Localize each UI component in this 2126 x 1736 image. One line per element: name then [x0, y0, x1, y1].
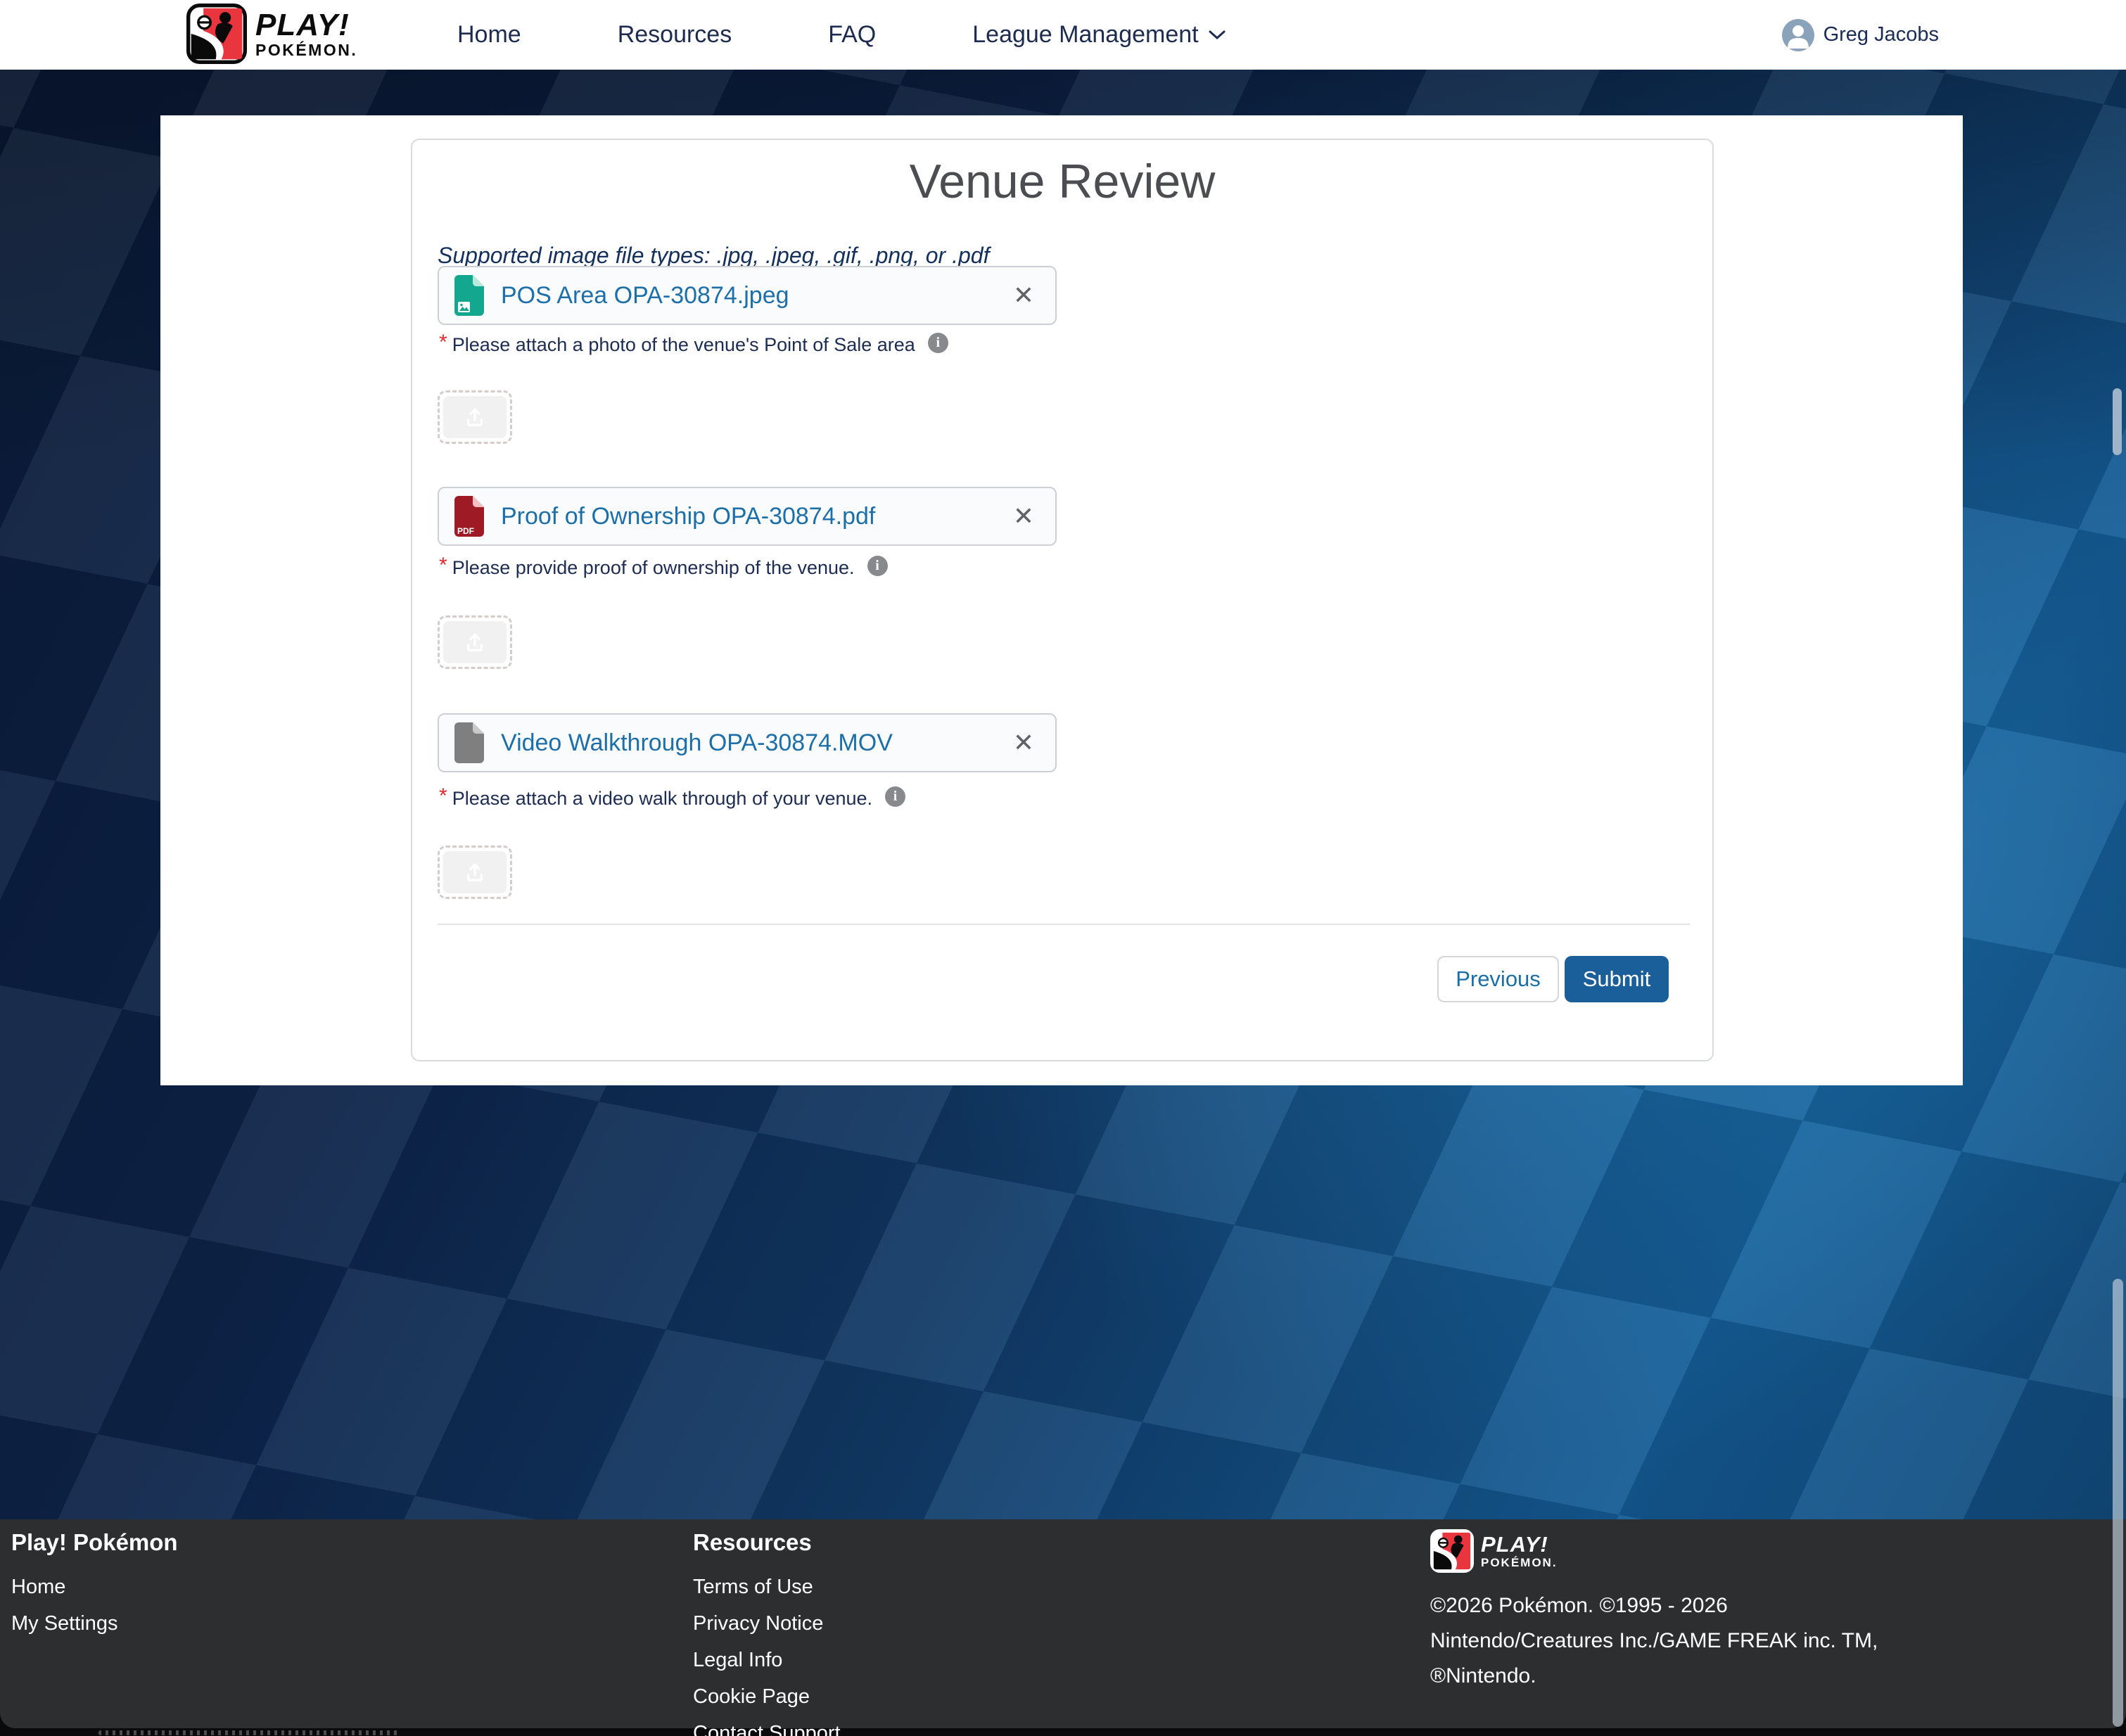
image-file-icon [453, 274, 485, 317]
upload-icon [464, 406, 486, 428]
play-pokemon-logo-icon [186, 4, 247, 64]
close-icon: ✕ [1013, 502, 1034, 530]
attachment-filename-link[interactable]: POS Area OPA-30874.jpeg [501, 282, 789, 309]
copyright-line: ©2026 Pokémon. ©1995 - 2026 [1430, 1588, 1878, 1623]
previous-button[interactable]: Previous [1437, 956, 1559, 1002]
footer-link-terms-of-use[interactable]: Terms of Use [693, 1576, 841, 1599]
required-asterisk: * [439, 331, 447, 355]
attachment-filename-link[interactable]: Proof of Ownership OPA-30874.pdf [501, 503, 875, 530]
video-file-icon [453, 721, 485, 765]
attachment-row-video-walkthrough: Video Walkthrough OPA-30874.MOV ✕ [438, 713, 1057, 772]
chevron-down-icon [1209, 30, 1226, 40]
footer-play-pokemon-logo: PLAY! POKÉMON. [1430, 1529, 1878, 1573]
attachment-row-proof-of-ownership: PDF Proof of Ownership OPA-30874.pdf ✕ [438, 487, 1057, 546]
upload-button [443, 396, 507, 438]
upload-dropzone[interactable] [438, 845, 512, 899]
brand-wordmark: PLAY! POKÉMON. [255, 10, 357, 58]
footer-column-resources: Resources Terms of Use Privacy Notice Le… [693, 1529, 841, 1736]
footer-heading: Play! Pokémon [11, 1529, 178, 1556]
status-bar-fragment [98, 1730, 401, 1735]
footer: Play! Pokémon Home My Settings Resources… [0, 1519, 2126, 1728]
attachment-row-pos-area: POS Area OPA-30874.jpeg ✕ [438, 266, 1057, 325]
attachment-label: Please attach a video walk through of yo… [452, 788, 872, 810]
avatar [1782, 19, 1814, 51]
play-pokemon-logo[interactable]: PLAY! POKÉMON. [186, 4, 357, 64]
pdf-badge: PDF [457, 526, 474, 536]
attachment-label: Please attach a photo of the venue's Poi… [452, 334, 915, 356]
required-asterisk: * [439, 784, 447, 808]
footer-heading: Resources [693, 1529, 841, 1556]
attachment-filename-link[interactable]: Video Walkthrough OPA-30874.MOV [501, 729, 893, 757]
footer-brand-wordmark: PLAY! POKÉMON. [1481, 1533, 1558, 1569]
upload-button [443, 621, 507, 663]
page: PLAY! POKÉMON. Home Resources FAQ League… [0, 0, 2126, 1736]
copyright-text: ©2026 Pokémon. ©1995 - 2026 Nintendo/Cre… [1430, 1588, 1878, 1694]
brand-play-text: PLAY! [255, 10, 357, 41]
nav-link-league-management-label: League Management [972, 0, 1198, 70]
file-types-note: Supported image file types: .jpg, .jpeg,… [438, 243, 989, 269]
footer-link-cookie-page[interactable]: Cookie Page [693, 1685, 841, 1709]
remove-attachment-button[interactable]: ✕ [1006, 488, 1041, 544]
info-icon[interactable]: i [867, 556, 888, 576]
upload-button [443, 851, 507, 893]
person-icon [1782, 19, 1814, 51]
footer-link-contact-support[interactable]: Contact Support [693, 1722, 841, 1736]
remove-attachment-button[interactable]: ✕ [1006, 267, 1041, 324]
footer-link-home[interactable]: Home [11, 1576, 178, 1599]
attachment-requirement: * Please provide proof of ownership of t… [439, 557, 888, 581]
upload-dropzone[interactable] [438, 390, 512, 444]
attachment-requirement: * Please attach a video walk through of … [439, 788, 905, 812]
inner-scrollbar-thumb[interactable] [2113, 388, 2122, 455]
upload-icon [464, 861, 486, 883]
footer-column-play-pokemon: Play! Pokémon Home My Settings [11, 1529, 178, 1649]
page-scrollbar-thumb[interactable] [2113, 1279, 2123, 1727]
upload-icon [464, 631, 486, 653]
submit-button[interactable]: Submit [1565, 956, 1669, 1002]
page-title: Venue Review [412, 154, 1712, 209]
close-icon: ✕ [1013, 281, 1034, 309]
play-pokemon-logo-icon [1430, 1529, 1474, 1573]
footer-link-my-settings[interactable]: My Settings [11, 1612, 178, 1635]
venue-review-card: Venue Review Supported image file types:… [411, 139, 1714, 1061]
pdf-file-icon: PDF [453, 494, 485, 538]
attachment-label: Please provide proof of ownership of the… [452, 557, 855, 579]
brand-pokemon-text: POKÉMON. [1481, 1557, 1558, 1569]
form-divider [438, 924, 1690, 925]
user-menu[interactable]: Greg Jacobs [1782, 0, 1939, 70]
nav-link-resources[interactable]: Resources [618, 0, 732, 70]
attachment-requirement: * Please attach a photo of the venue's P… [439, 334, 948, 358]
nav-links: Home Resources FAQ League Management [457, 0, 1226, 70]
nav-link-home[interactable]: Home [457, 0, 521, 70]
copyright-line: ®Nintendo. [1430, 1659, 1878, 1694]
nav-link-faq[interactable]: FAQ [828, 0, 876, 70]
footer-link-legal-info[interactable]: Legal Info [693, 1649, 841, 1672]
footer-column-legal: PLAY! POKÉMON. ©2026 Pokémon. ©1995 - 20… [1430, 1529, 1878, 1694]
top-navbar: PLAY! POKÉMON. Home Resources FAQ League… [0, 0, 2126, 70]
brand-play-text: PLAY! [1481, 1533, 1558, 1555]
info-icon[interactable]: i [928, 333, 948, 353]
user-name: Greg Jacobs [1823, 23, 1939, 46]
upload-dropzone[interactable] [438, 615, 512, 669]
brand-pokemon-text: POKÉMON. [255, 42, 357, 58]
info-icon[interactable]: i [885, 786, 905, 807]
close-icon: ✕ [1013, 728, 1034, 757]
nav-link-league-management[interactable]: League Management [972, 0, 1225, 70]
required-asterisk: * [439, 554, 447, 577]
copyright-line: Nintendo/Creatures Inc./GAME FREAK inc. … [1430, 1623, 1878, 1659]
form-actions: Previous Submit [1437, 956, 1669, 1002]
remove-attachment-button[interactable]: ✕ [1006, 715, 1041, 771]
footer-link-privacy-notice[interactable]: Privacy Notice [693, 1612, 841, 1635]
